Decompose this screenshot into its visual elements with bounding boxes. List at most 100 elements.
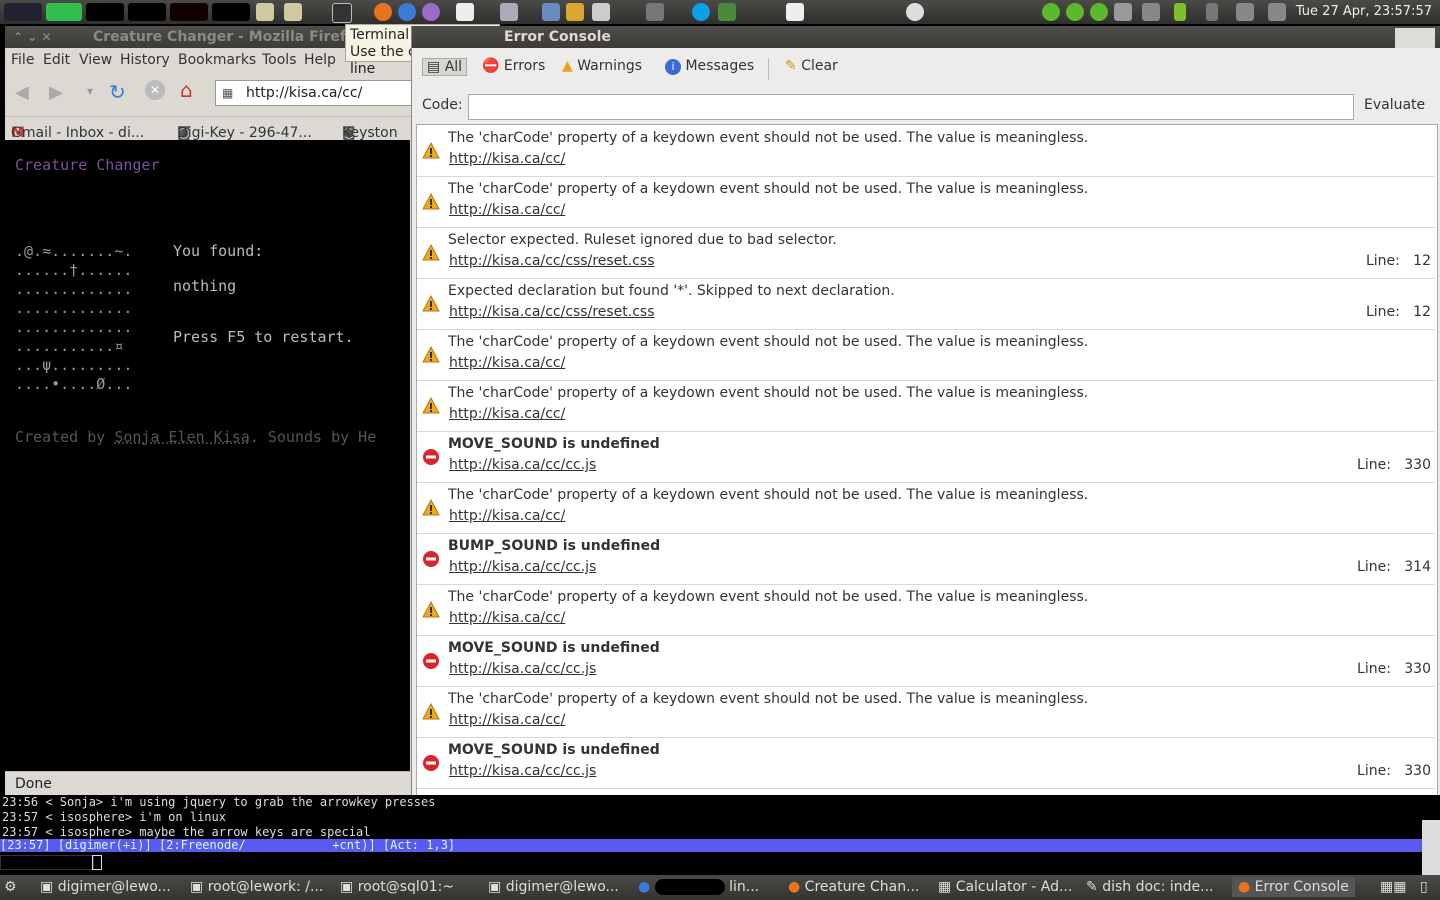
updates-icon[interactable] xyxy=(1090,3,1108,21)
volume-icon[interactable] xyxy=(1236,3,1254,21)
irssi-terminal[interactable]: 23:56 < Sonja> i'm using jquery to grab … xyxy=(0,795,1440,875)
console-entry[interactable]: The 'charCode' property of a keydown eve… xyxy=(417,482,1435,534)
workspace-4-icon[interactable] xyxy=(212,3,250,21)
taskbar-item[interactable]: ● Creature Chan... xyxy=(788,879,919,895)
console-entry[interactable]: The 'charCode' property of a keydown eve… xyxy=(417,584,1435,636)
cpu-graph-icon[interactable] xyxy=(4,3,42,21)
entry-source-link[interactable]: http://kisa.ca/cc/cc.js xyxy=(449,457,596,473)
workspace-switcher-icon[interactable] xyxy=(256,3,274,21)
sync-ok-2-icon[interactable] xyxy=(1066,3,1084,21)
info-icon[interactable] xyxy=(786,3,804,21)
menu-gear-icon[interactable]: ⚙ xyxy=(4,879,17,895)
entry-message: MOVE_SOUND is undefined xyxy=(448,640,660,656)
menu-history[interactable]: History xyxy=(120,52,170,68)
console-entry[interactable]: Expected declaration but found '*'. Skip… xyxy=(417,278,1435,330)
user-status-icon[interactable] xyxy=(906,3,924,21)
menu-help[interactable]: Help xyxy=(304,52,336,68)
firefox-launcher-icon[interactable] xyxy=(374,3,392,21)
taskbar-item[interactable]: ✎ dish doc: inde... xyxy=(1086,879,1214,895)
home-icon[interactable]: ⌂ xyxy=(180,78,193,102)
reload-icon[interactable]: ↻ xyxy=(109,80,126,104)
credit-author-link[interactable]: Sonja Elen Kisa xyxy=(114,428,249,446)
console-entry[interactable]: Selector expected. Ruleset ignored due t… xyxy=(417,227,1435,279)
filter-warnings-button[interactable]: ▲ Warnings xyxy=(562,58,642,74)
entry-source-link[interactable]: http://kisa.ca/cc/cc.js xyxy=(449,661,596,677)
workspace-3-icon[interactable] xyxy=(170,3,208,21)
console-entry[interactable]: The 'charCode' property of a keydown eve… xyxy=(417,329,1435,381)
console-entry[interactable]: The 'charCode' property of a keydown eve… xyxy=(417,380,1435,432)
workspace-1-icon[interactable] xyxy=(86,3,124,21)
trash-icon[interactable]: ▯ xyxy=(1420,879,1428,895)
entry-source-link[interactable]: http://kisa.ca/cc/ xyxy=(449,610,565,626)
menu-bookmarks[interactable]: Bookmarks xyxy=(178,52,256,68)
entry-source-link[interactable]: http://kisa.ca/cc/cc.js xyxy=(449,763,596,779)
menu-tools[interactable]: Tools xyxy=(262,52,297,68)
entry-source-link[interactable]: http://kisa.ca/cc/cc.js xyxy=(449,559,596,575)
menu-edit[interactable]: Edit xyxy=(43,52,70,68)
entry-source-link[interactable]: http://kisa.ca/cc/ xyxy=(449,202,565,218)
battery-icon[interactable] xyxy=(1174,3,1186,21)
entry-source-link[interactable]: http://kisa.ca/cc/css/reset.css xyxy=(449,253,655,269)
bluetooth-icon[interactable] xyxy=(1206,3,1218,21)
taskbar-item-active[interactable]: ● Error Console xyxy=(1232,877,1355,897)
filter-errors-button[interactable]: ⛔ Errors xyxy=(482,58,545,74)
remote-desktop-launcher-icon[interactable] xyxy=(500,3,518,21)
wifi-icon[interactable] xyxy=(1114,3,1132,21)
menu-file[interactable]: File xyxy=(11,52,34,68)
back-icon[interactable]: ◀ xyxy=(15,82,29,103)
windows-vm-launcher-icon[interactable] xyxy=(718,3,736,21)
taskbar-item[interactable]: ▣ root@lework: /... xyxy=(190,879,323,895)
entry-source-link[interactable]: http://kisa.ca/cc/ xyxy=(449,712,565,728)
site-identity-icon[interactable]: ▦ xyxy=(222,81,233,105)
filter-all-button[interactable]: ▤ All xyxy=(422,58,468,76)
text-editor-launcher-icon[interactable] xyxy=(456,3,474,21)
pidgin-launcher-icon[interactable] xyxy=(422,3,440,21)
url-bar[interactable]: ▦ http://kisa.ca/cc/ xyxy=(215,80,416,106)
taskbar-item[interactable]: ● lin... xyxy=(638,879,759,895)
keyboard-icon[interactable] xyxy=(1142,3,1160,21)
console-message-list[interactable]: The 'charCode' property of a keydown eve… xyxy=(416,124,1438,820)
screenshot-launcher-icon[interactable] xyxy=(646,3,664,21)
taskbar-item[interactable]: ▣ digimer@lewo... xyxy=(40,879,171,895)
entry-source-link[interactable]: http://kisa.ca/cc/ xyxy=(449,406,565,422)
window-buttons[interactable]: ⌃ ⌄ ✕ xyxy=(13,26,52,48)
stop-icon[interactable]: ✕ xyxy=(145,80,165,100)
taskbar-item[interactable]: ▣ root@sql01:~ xyxy=(340,879,454,895)
taskbar-item[interactable]: ▣ digimer@lewo... xyxy=(488,879,619,895)
code-input[interactable] xyxy=(468,94,1354,120)
file-manager-launcher-icon[interactable] xyxy=(542,3,560,21)
mail-indicator-icon[interactable] xyxy=(1268,3,1286,21)
console-entry[interactable]: The 'charCode' property of a keydown eve… xyxy=(417,176,1435,228)
menu-view[interactable]: View xyxy=(79,52,112,68)
taskbar-item[interactable]: ▦ Calculator - Ad... xyxy=(938,879,1072,895)
sync-ok-icon[interactable] xyxy=(1042,3,1060,21)
memory-graph-icon[interactable] xyxy=(46,3,82,21)
irc-status-bar: [23:57] [digimer(+i)] [2:Freenode/ +cnt)… xyxy=(0,839,1422,852)
console-entry[interactable]: BUMP_SOUND is undefined http://kisa.ca/cc… xyxy=(417,533,1435,585)
console-entry[interactable]: MOVE_SOUND is undefined http://kisa.ca/cc… xyxy=(417,737,1435,789)
entry-source-link[interactable]: http://kisa.ca/cc/ xyxy=(449,355,565,371)
show-desktop-icon[interactable] xyxy=(284,3,302,21)
clear-button[interactable]: ✎ Clear xyxy=(785,58,838,74)
entry-source-link[interactable]: http://kisa.ca/cc/ xyxy=(449,151,565,167)
clock[interactable]: Tue 27 Apr, 23:57:57 xyxy=(1296,4,1432,19)
thunderbird-launcher-icon[interactable] xyxy=(398,3,416,21)
filter-messages-button[interactable]: i Messages xyxy=(665,58,754,75)
entry-source-link[interactable]: http://kisa.ca/cc/css/reset.css xyxy=(449,304,655,320)
skype-launcher-icon[interactable] xyxy=(692,3,710,21)
entry-source-link[interactable]: http://kisa.ca/cc/ xyxy=(449,508,565,524)
folder-launcher-icon[interactable] xyxy=(566,3,584,21)
console-entry[interactable]: MOVE_SOUND is undefined http://kisa.ca/cc… xyxy=(417,635,1435,687)
forward-icon[interactable]: ▶ xyxy=(49,82,63,103)
console-entry[interactable]: MOVE_SOUND is undefined http://kisa.ca/cc… xyxy=(417,431,1435,483)
error-console-titlebar[interactable]: Error Console xyxy=(412,26,1440,62)
console-entry[interactable]: The 'charCode' property of a keydown eve… xyxy=(417,125,1435,177)
terminal-launcher-icon[interactable] xyxy=(332,3,352,23)
calculator-launcher-icon[interactable] xyxy=(592,3,610,21)
evaluate-button[interactable]: Evaluate xyxy=(1364,97,1425,113)
workspace-2-icon[interactable] xyxy=(128,3,166,21)
console-entry[interactable]: The 'charCode' property of a keydown eve… xyxy=(417,686,1435,738)
terminal-scrollbar[interactable] xyxy=(1422,820,1440,875)
history-dropdown-icon[interactable]: ▾ xyxy=(87,84,93,98)
workspace-switcher-icon[interactable]: ▦▦ xyxy=(1380,879,1406,895)
